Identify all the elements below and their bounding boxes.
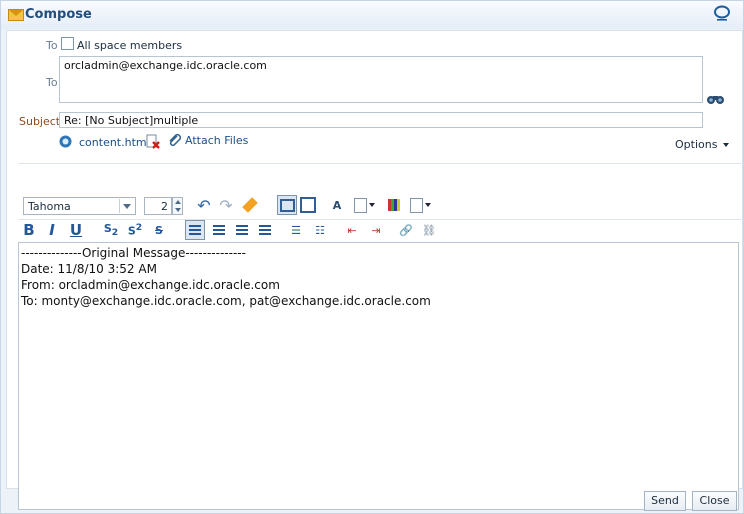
italic-icon: I — [49, 221, 55, 239]
indent-icon: ⇥ — [371, 223, 381, 237]
chevron-down-icon — [424, 203, 431, 207]
all-space-members-checkbox[interactable] — [61, 37, 74, 50]
recipients-field[interactable]: orcladmin@exchange.idc.oracle.com — [59, 56, 703, 103]
subscript-button[interactable]: S2 — [101, 220, 121, 240]
font-size-input[interactable]: 2 — [144, 197, 172, 215]
bulleted-list-button[interactable]: ☰ — [286, 220, 306, 240]
underline-button[interactable]: U — [66, 220, 86, 240]
subject-input[interactable]: Re: [No Subject]multiple — [59, 112, 703, 128]
font-family-select[interactable]: Tahoma — [23, 197, 136, 215]
source-mode-button[interactable] — [298, 195, 318, 215]
align-left-icon — [189, 225, 201, 235]
options-menu[interactable]: Options — [675, 138, 730, 151]
subject-label: Subject — [19, 115, 61, 128]
color-swatch-icon — [353, 197, 367, 213]
background-color-button[interactable] — [384, 195, 404, 215]
toolbar-divider — [18, 163, 741, 164]
align-right-button[interactable] — [232, 220, 252, 240]
chevron-down-icon — [723, 143, 730, 147]
attachment-link[interactable]: content.html — [79, 136, 150, 149]
bold-icon: B — [23, 221, 35, 239]
text-color-dropdown[interactable] — [350, 195, 378, 215]
bold-button[interactable]: B — [19, 220, 39, 240]
eraser-button[interactable] — [240, 195, 260, 215]
attach-files-link[interactable]: Attach Files — [185, 134, 248, 147]
document-icon — [59, 135, 72, 148]
indent-button[interactable]: ⇥ — [366, 220, 386, 240]
envelope-icon — [8, 9, 24, 21]
to-label: To — [46, 39, 58, 52]
strikethrough-button[interactable]: S — [149, 220, 169, 240]
superscript-icon: S2 — [127, 222, 143, 238]
justify-icon — [259, 225, 271, 235]
message-line: --------------Original Message----------… — [21, 246, 246, 260]
oracle-icon — [714, 5, 730, 21]
undo-icon: ↶ — [197, 195, 211, 215]
code-icon — [300, 197, 316, 213]
outdent-button[interactable]: ⇤ — [342, 220, 362, 240]
redo-icon: ↷ — [219, 195, 233, 215]
undo-button[interactable]: ↶ — [194, 195, 214, 215]
superscript-button[interactable]: S2 — [125, 220, 145, 240]
align-left-button[interactable] — [185, 220, 205, 240]
outdent-icon: ⇤ — [347, 223, 357, 237]
numbered-list-button[interactable]: ☷ — [310, 220, 330, 240]
color-swatch-icon — [409, 197, 423, 213]
paperclip-icon[interactable] — [167, 133, 183, 149]
background-color-dropdown[interactable] — [406, 195, 434, 215]
rich-text-mode-button[interactable] — [277, 195, 297, 215]
all-space-members-label: All space members — [77, 39, 183, 52]
align-center-icon — [213, 225, 225, 235]
underline-icon: U — [69, 221, 83, 239]
compose-form: To All space members To orcladmin@exchan… — [6, 30, 743, 510]
eraser-icon — [242, 197, 258, 213]
font-family-value: Tahoma — [28, 200, 71, 213]
message-line: From: orcladmin@exchange.idc.oracle.com — [21, 278, 280, 292]
text-color-icon: A — [332, 198, 342, 212]
chevron-up-icon — [175, 200, 181, 204]
remove-link-button[interactable]: ⛓ — [419, 220, 439, 240]
message-line: Date: 11/8/10 3:52 AM — [21, 262, 157, 276]
message-editor[interactable]: --------------Original Message----------… — [18, 242, 739, 510]
delete-attachment-icon[interactable] — [145, 134, 161, 150]
redo-button[interactable]: ↷ — [216, 195, 236, 215]
subscript-icon: S2 — [103, 221, 119, 239]
close-button[interactable]: Close — [692, 491, 737, 511]
compose-window: Compose To All space members To orcladmi… — [0, 0, 744, 514]
link-icon: 🔗 — [399, 223, 413, 237]
send-button[interactable]: Send — [644, 491, 686, 511]
align-right-icon — [236, 225, 248, 235]
recipients-label: To — [46, 76, 58, 89]
document-edit-icon — [279, 198, 295, 212]
palette-icon — [388, 199, 400, 211]
insert-link-button[interactable]: 🔗 — [396, 220, 416, 240]
text-color-button[interactable]: A — [327, 195, 347, 215]
chevron-down-icon — [175, 208, 181, 212]
binoculars-icon[interactable] — [706, 92, 725, 105]
window-title: Compose — [25, 7, 92, 22]
options-label: Options — [675, 138, 718, 151]
italic-button[interactable]: I — [42, 220, 62, 240]
chevron-down-icon — [368, 203, 375, 207]
numbered-list-icon: ☷ — [315, 223, 325, 237]
align-center-button[interactable] — [209, 220, 229, 240]
titlebar: Compose — [1, 1, 743, 29]
chevron-down-icon — [119, 199, 134, 213]
message-line: To: monty@exchange.idc.oracle.com, pat@e… — [21, 294, 431, 308]
justify-button[interactable] — [255, 220, 275, 240]
unlink-icon: ⛓ — [422, 223, 436, 237]
strikethrough-icon: S — [155, 223, 163, 237]
font-size-spinner[interactable] — [172, 197, 183, 215]
bulleted-list-icon: ☰ — [291, 223, 301, 237]
